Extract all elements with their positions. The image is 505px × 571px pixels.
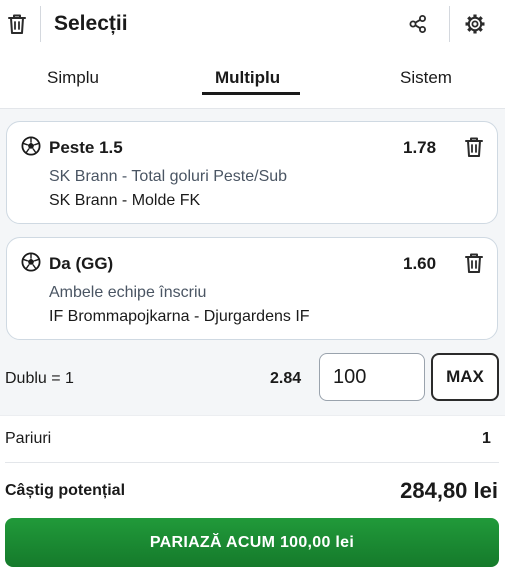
selection-name: Da (GG) <box>49 254 114 273</box>
bet-type-tabs: Simplu Multiplu Sistem <box>0 60 505 104</box>
selection-market: SK Brann - Total goluri Peste/Sub <box>49 168 288 185</box>
active-tab-indicator <box>202 92 300 95</box>
selection-odds: 1.78 <box>403 138 437 157</box>
trash-icon[interactable] <box>463 251 485 275</box>
tab-simplu[interactable]: Simplu <box>47 68 99 88</box>
tab-sistem[interactable]: Sistem <box>400 68 452 88</box>
betslip-header: Selecții <box>0 0 505 50</box>
gear-icon[interactable] <box>464 13 486 35</box>
bet-summary: Pariuri 1 Câștig potențial 284,80 lei PA… <box>0 415 505 571</box>
soccer-ball-icon <box>21 252 41 272</box>
tab-multiplu[interactable]: Multiplu <box>215 68 280 88</box>
selection-market: Ambele echipe înscriu <box>49 284 207 301</box>
page-title: Selecții <box>54 12 128 35</box>
selection-event: IF Brommapojkarna - Djurgardens IF <box>49 308 310 325</box>
selection-odds: 1.60 <box>403 254 437 273</box>
header-divider <box>449 6 450 42</box>
selection-card: Peste 1.5 1.78 SK Brann - Total goluri P… <box>6 121 498 224</box>
bets-count-label: Pariuri <box>5 430 52 447</box>
trash-icon[interactable] <box>6 12 28 36</box>
max-stake-button[interactable]: MAX <box>431 353 499 401</box>
header-divider <box>40 6 41 42</box>
stake-row: Dublu = 1 2.84 MAX <box>0 353 505 403</box>
summary-divider <box>5 462 499 463</box>
combination-label: Dublu = 1 <box>5 370 74 387</box>
selection-name: Peste 1.5 <box>49 138 123 157</box>
selection-event: SK Brann - Molde FK <box>49 192 201 209</box>
trash-icon[interactable] <box>463 135 485 159</box>
potential-win-label: Câștig potențial <box>5 482 126 499</box>
stake-input[interactable] <box>319 353 425 401</box>
potential-win-value: 284,80 lei <box>400 478 498 503</box>
soccer-ball-icon <box>21 136 41 156</box>
total-odds: 2.84 <box>270 370 302 387</box>
share-icon[interactable] <box>408 14 428 34</box>
selection-card: Da (GG) 1.60 Ambele echipe înscriu IF Br… <box>6 237 498 340</box>
place-bet-button[interactable]: PARIAZĂ ACUM 100,00 lei <box>5 518 499 567</box>
bets-count-value: 1 <box>482 430 491 447</box>
